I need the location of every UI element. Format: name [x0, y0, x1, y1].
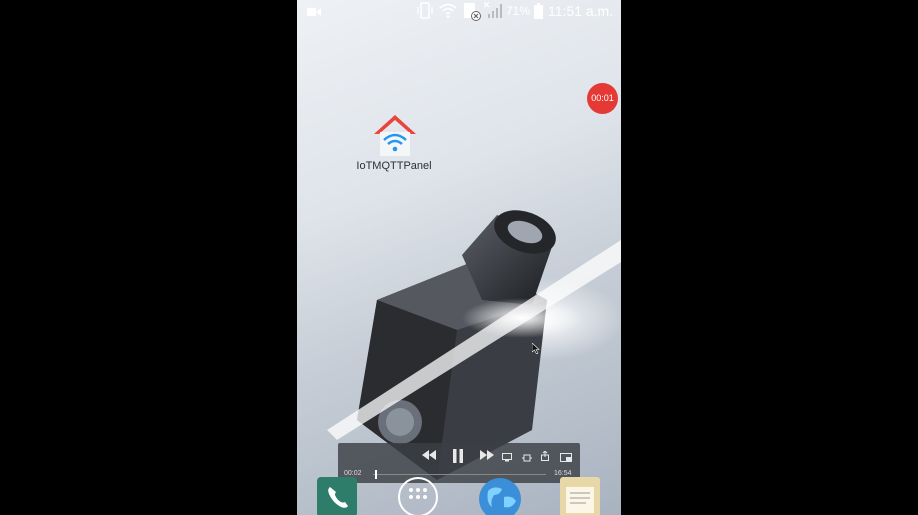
app-drawer-icon[interactable] — [398, 477, 438, 515]
browser-icon[interactable] — [478, 477, 521, 515]
iotmqttpanel-app-icon[interactable] — [360, 112, 430, 163]
battery-percent: 71% — [506, 4, 531, 18]
phone-screen: 71% 11:51 a.m. IoTMQTTPanel 00:01 00:02 … — [297, 0, 621, 515]
status-bar: 71% 11:51 a.m. — [297, 0, 621, 22]
video-player-controls: 00:02 16:54 — [338, 443, 580, 483]
seek-bar[interactable] — [373, 474, 546, 475]
recording-timer-badge[interactable]: 00:01 — [587, 83, 618, 114]
share-icon[interactable] — [541, 450, 549, 464]
rewind-icon[interactable] — [422, 449, 436, 464]
battery-icon — [534, 3, 543, 22]
current-time: 00:02 — [344, 470, 362, 477]
phone-icon[interactable] — [317, 477, 357, 515]
pause-icon[interactable] — [452, 448, 464, 467]
popup-window-icon[interactable] — [560, 451, 572, 465]
wallpaper-camera — [327, 210, 621, 480]
data-blocked-icon — [463, 2, 481, 24]
clock: 11:51 a.m. — [548, 3, 614, 19]
aspect-ratio-icon[interactable] — [522, 451, 532, 465]
notes-icon[interactable] — [560, 477, 600, 515]
fast-forward-icon[interactable] — [480, 449, 494, 464]
seek-thumb[interactable] — [374, 470, 377, 479]
wifi-icon — [439, 3, 457, 21]
app-label[interactable]: IoTMQTTPanel — [354, 160, 434, 172]
mouse-cursor-icon — [531, 341, 540, 359]
vibrate-icon — [417, 2, 433, 22]
video-call-icon — [307, 5, 321, 20]
no-signal-icon — [483, 1, 502, 22]
screen-cast-icon[interactable] — [502, 451, 512, 465]
duration: 16:54 — [554, 470, 572, 477]
house-wifi-icon — [374, 115, 416, 156]
